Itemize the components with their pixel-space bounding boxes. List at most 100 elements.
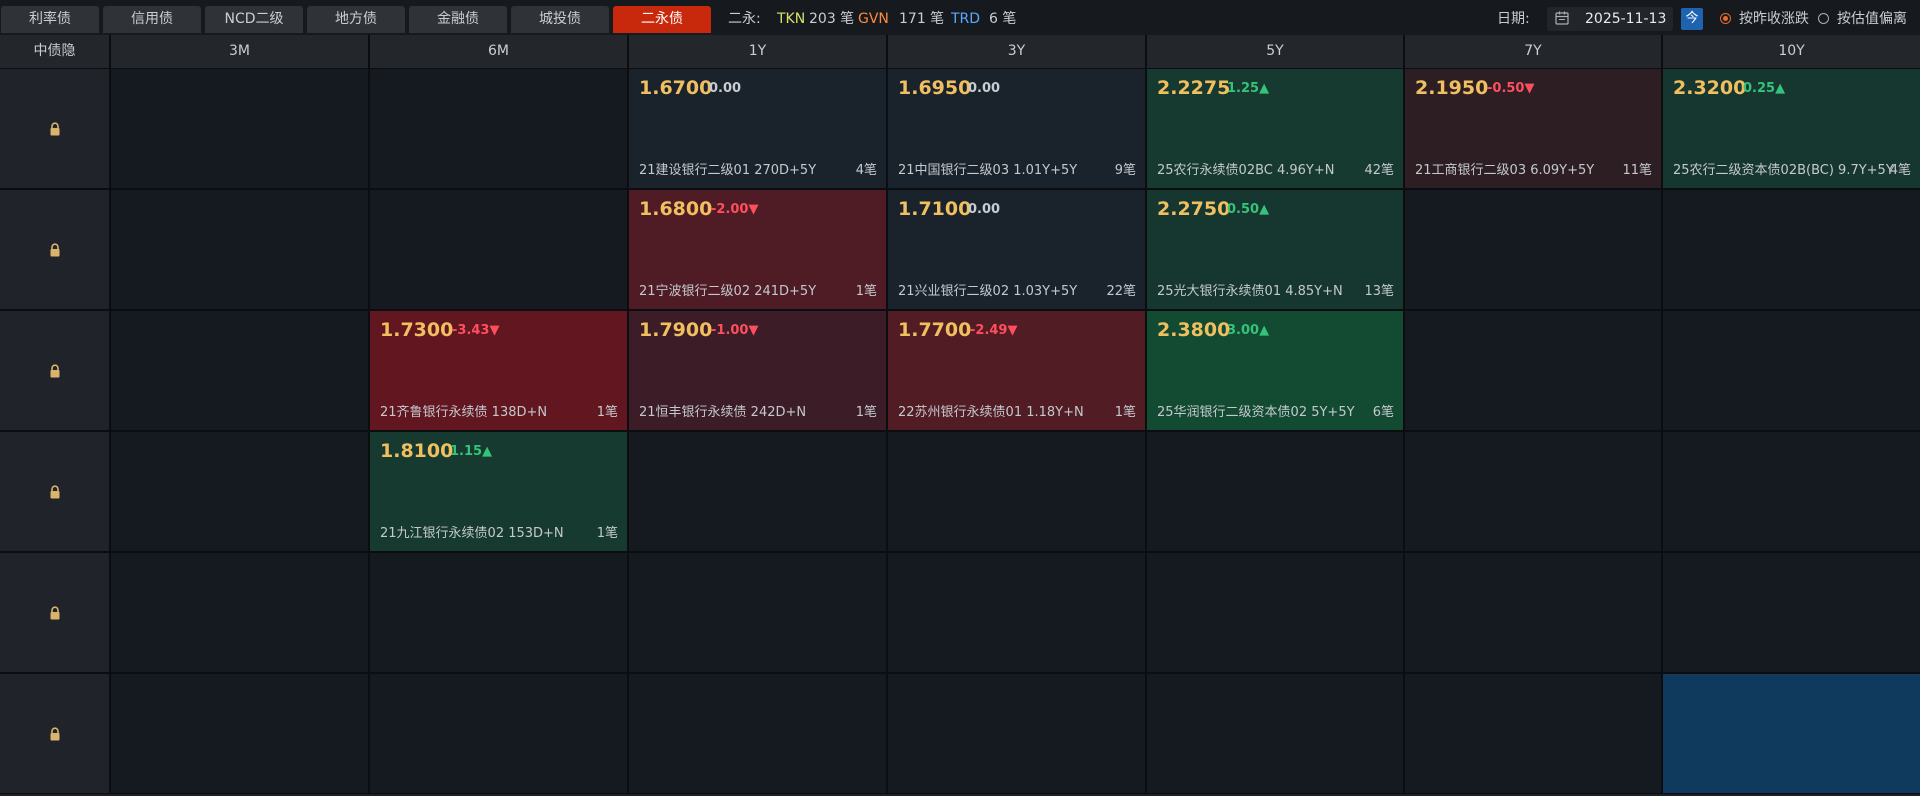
sort-by-deviation-radio[interactable]: 按估值偏离	[1818, 0, 1914, 38]
empty-quote-cell[interactable]	[629, 553, 886, 672]
row-lock-cell[interactable]	[0, 190, 109, 309]
empty-quote-cell[interactable]	[1663, 190, 1920, 309]
empty-quote-cell[interactable]	[1147, 553, 1403, 672]
empty-quote-cell[interactable]	[1663, 553, 1920, 672]
empty-quote-cell[interactable]	[888, 553, 1145, 672]
quote-cell-10y[interactable]: 2.3200 0.25▲ 25农行二级资本债02B(BC) 9.7Y+5Y 4笔	[1663, 69, 1920, 188]
quote-cell-5y[interactable]: 2.2275 1.25▲ 25农行永续债02BC 4.96Y+N 42笔	[1147, 69, 1403, 188]
quote-cell-6m[interactable]: 1.8100 1.15▲ 21九江银行永续债02 153D+N 1笔	[370, 432, 627, 551]
empty-quote-cell[interactable]	[370, 553, 627, 672]
header-3m[interactable]: 3M	[111, 35, 368, 68]
quote-change: -0.50▼	[1487, 81, 1534, 96]
empty-quote-cell[interactable]	[111, 190, 368, 309]
quote-cell-1y[interactable]: 1.6800 -2.00▼ 21宁波银行二级02 241D+5Y 1笔	[629, 190, 886, 309]
empty-quote-cell[interactable]	[1663, 311, 1920, 430]
quote-change-value: 0.50	[1227, 202, 1260, 217]
stat-gvn-label: GVN	[858, 11, 889, 27]
empty-quote-cell[interactable]	[111, 311, 368, 430]
quote-change: 0.25▲	[1743, 81, 1785, 96]
empty-quote-cell[interactable]	[629, 432, 886, 551]
radio-selected-icon	[1720, 13, 1731, 24]
empty-quote-cell[interactable]	[1405, 311, 1661, 430]
empty-quote-cell[interactable]	[629, 674, 886, 793]
empty-quote-cell[interactable]	[111, 432, 368, 551]
bond-name: 22苏州银行永续债01 1.18Y+N	[898, 405, 1084, 420]
empty-quote-cell[interactable]	[1405, 432, 1661, 551]
quote-cell-3y[interactable]: 1.7100 0.00 21兴业银行二级02 1.03Y+5Y 22笔	[888, 190, 1145, 309]
quote-cell-1y[interactable]: 1.7900 -1.00▼ 21恒丰银行永续债 242D+N 1笔	[629, 311, 886, 430]
down-arrow-icon: ▼	[1524, 81, 1535, 96]
quote-cell-7y[interactable]: 2.1950 -0.50▼ 21工商银行二级03 6.09Y+5Y 11笔	[1405, 69, 1661, 188]
empty-quote-cell[interactable]	[111, 674, 368, 793]
header-cdc-implied[interactable]: 中债隐	[0, 35, 109, 68]
quote-cell-1y[interactable]: 1.6700 0.00 21建设银行二级01 270D+5Y 4笔	[629, 69, 886, 188]
radio-unselected-icon	[1818, 13, 1829, 24]
tab-tier2-perpetual[interactable]: 二永债	[613, 6, 711, 33]
bond-name: 21建设银行二级01 270D+5Y	[639, 163, 817, 178]
empty-quote-cell[interactable]	[370, 190, 627, 309]
today-button[interactable]: 今	[1681, 8, 1703, 30]
sort-by-deviation-label: 按估值偏离	[1837, 11, 1907, 27]
header-3y[interactable]: 3Y	[888, 35, 1145, 68]
empty-quote-cell[interactable]	[1405, 190, 1661, 309]
sort-by-change-radio[interactable]: 按昨收涨跌	[1720, 0, 1810, 38]
empty-quote-cell[interactable]	[370, 674, 627, 793]
bond-name: 21恒丰银行永续债 242D+N	[639, 405, 807, 420]
bond-name: 25农行二级资本债02B(BC) 9.7Y+5Y	[1673, 163, 1894, 178]
row-lock-cell[interactable]	[0, 674, 109, 793]
bond-name: 21宁波银行二级02 241D+5Y	[639, 284, 817, 299]
stat-trd-label: TRD	[951, 11, 981, 27]
lock-icon	[50, 242, 60, 256]
down-arrow-icon: ▼	[1007, 323, 1018, 338]
selected-quote-cell[interactable]	[1663, 674, 1920, 793]
trade-count: 9笔	[1114, 163, 1136, 178]
empty-quote-cell[interactable]	[370, 69, 627, 188]
date-value: 2025-11-13	[1585, 11, 1667, 27]
quote-change-value: -3.43	[452, 323, 490, 338]
quote-cell-3y[interactable]: 1.7700 -2.49▼ 22苏州银行永续债01 1.18Y+N 1笔	[888, 311, 1145, 430]
header-7y[interactable]: 7Y	[1405, 35, 1661, 68]
empty-quote-cell[interactable]	[1147, 674, 1403, 793]
empty-quote-cell[interactable]	[1405, 553, 1661, 672]
quote-cell-6m[interactable]: 1.7300 -3.43▼ 21齐鲁银行永续债 138D+N 1笔	[370, 311, 627, 430]
row-lock-cell[interactable]	[0, 69, 109, 188]
quote-cell-3y[interactable]: 1.6950 0.00 21中国银行二级03 1.01Y+5Y 9笔	[888, 69, 1145, 188]
tab-urban-bonds[interactable]: 城投债	[511, 6, 609, 33]
quote-change: 1.15▲	[450, 444, 492, 459]
empty-quote-cell[interactable]	[888, 674, 1145, 793]
stat-tkn-label: TKN	[777, 11, 806, 27]
tab-ncd-secondary[interactable]: NCD二级	[205, 6, 303, 33]
header-1y[interactable]: 1Y	[629, 35, 886, 68]
quote-change-value: -2.49	[970, 323, 1008, 338]
tab-local-bonds[interactable]: 地方债	[307, 6, 405, 33]
quote-yield: 1.6950	[898, 77, 972, 99]
quote-change-value: -1.00	[711, 323, 749, 338]
sort-by-change-label: 按昨收涨跌	[1739, 11, 1809, 27]
header-6m[interactable]: 6M	[370, 35, 627, 68]
up-arrow-icon: ▲	[1259, 202, 1270, 217]
header-10y[interactable]: 10Y	[1663, 35, 1920, 68]
tab-credit-bonds[interactable]: 信用债	[103, 6, 201, 33]
quote-change: 0.00	[709, 81, 741, 96]
empty-quote-cell[interactable]	[1405, 674, 1661, 793]
row-lock-cell[interactable]	[0, 311, 109, 430]
tab-financial-bonds[interactable]: 金融债	[409, 6, 507, 33]
toolbar: 利率债 信用债 NCD二级 地方债 金融债 城投债 二永债 二永: TKN 20…	[0, 0, 1920, 35]
lock-icon	[50, 484, 60, 498]
quote-cell-5y[interactable]: 2.3800 3.00▲ 25华润银行二级资本债02 5Y+5Y 6笔	[1147, 311, 1403, 430]
header-5y[interactable]: 5Y	[1147, 35, 1403, 68]
down-arrow-icon: ▼	[748, 202, 759, 217]
row-lock-cell[interactable]	[0, 553, 109, 672]
empty-quote-cell[interactable]	[1663, 432, 1920, 551]
date-picker[interactable]: 2025-11-13	[1547, 7, 1673, 31]
empty-quote-cell[interactable]	[111, 553, 368, 672]
quote-cell-5y[interactable]: 2.2750 0.50▲ 25光大银行永续债01 4.85Y+N 13笔	[1147, 190, 1403, 309]
quote-change-value: -2.00	[711, 202, 749, 217]
row-lock-cell[interactable]	[0, 432, 109, 551]
empty-quote-cell[interactable]	[111, 69, 368, 188]
lock-icon	[50, 363, 60, 377]
tab-rate-bonds[interactable]: 利率债	[1, 6, 99, 33]
empty-quote-cell[interactable]	[888, 432, 1145, 551]
empty-quote-cell[interactable]	[1147, 432, 1403, 551]
lock-icon	[50, 726, 60, 740]
